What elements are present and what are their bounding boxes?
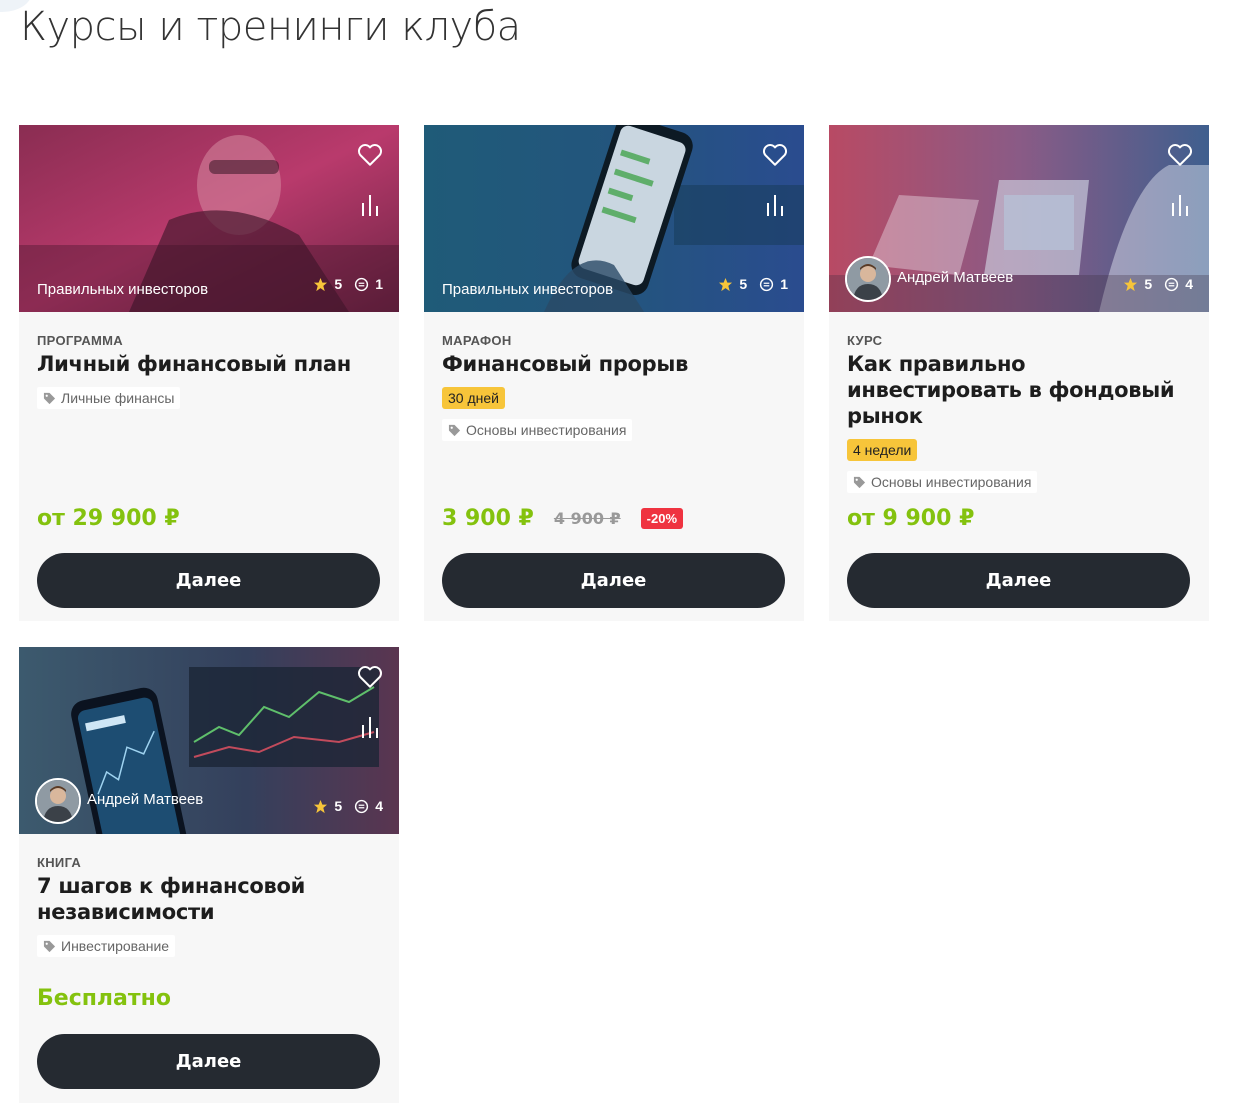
duration-badge: 4 недели: [847, 439, 918, 461]
price-row: 3 900 ₽ 4 900 ₽ -20%: [442, 506, 684, 531]
category-tag[interactable]: Основы инвестирования: [847, 471, 1038, 493]
compare-bars-icon[interactable]: [359, 715, 381, 739]
author-line: Правильных инвесторов: [442, 281, 613, 298]
comments-count: 4: [375, 798, 383, 814]
card-image[interactable]: Правильных инвесторов 5 1: [424, 125, 804, 312]
card-stats: 5 4: [1123, 276, 1193, 292]
favorite-heart-icon[interactable]: [1167, 143, 1193, 167]
author-line: Правильных инвесторов: [37, 281, 208, 298]
card-stats: 5 4: [313, 798, 383, 814]
tag-label: Основы инвестирования: [466, 422, 627, 438]
comment-icon: [760, 277, 774, 291]
card-stats: 5 1: [313, 276, 383, 292]
comments-count: 4: [1185, 276, 1193, 292]
comment-icon: [355, 799, 369, 813]
old-price: 4 900 ₽: [553, 509, 621, 528]
author-name: Андрей Матвеев: [897, 268, 1014, 286]
comments-count: 1: [780, 276, 788, 292]
tag-icon: [43, 392, 56, 404]
tag-icon: [853, 476, 866, 488]
tag-icon: [448, 424, 461, 436]
price-row: Бесплатно: [37, 986, 171, 1011]
comments-count: 1: [375, 276, 383, 292]
price-row: от 29 900 ₽: [37, 506, 180, 531]
tag-icon: [43, 940, 56, 952]
price: от 9 900 ₽: [847, 506, 975, 531]
category-tag[interactable]: Инвестирование: [37, 935, 176, 957]
favorite-heart-icon[interactable]: [357, 665, 383, 689]
avatar: [845, 256, 891, 302]
author-line: Андрей Матвеев: [35, 778, 204, 824]
card-stats: 5 1: [718, 276, 788, 292]
course-card: Андрей Матвеев 5 4 КНИГА 7 шагов к финан…: [19, 647, 399, 1103]
star-icon: [1124, 277, 1138, 291]
details-button[interactable]: Далее: [442, 553, 785, 608]
page-title: Курсы и тренинги клуба: [20, 4, 521, 50]
card-type: КУРС: [847, 333, 883, 348]
course-card: Правильных инвесторов 5 1 МАРАФОН Финанс…: [424, 125, 804, 621]
star-icon: [314, 799, 328, 813]
card-title[interactable]: Финансовый прорыв: [442, 351, 786, 377]
tag-label: Личные финансы: [61, 390, 175, 406]
comment-icon: [355, 277, 369, 291]
favorite-heart-icon[interactable]: [357, 143, 383, 167]
card-image[interactable]: Андрей Матвеев 5 4: [19, 647, 399, 834]
discount-badge: -20%: [640, 508, 684, 529]
details-button[interactable]: Далее: [37, 553, 380, 608]
price: 3 900 ₽: [442, 506, 534, 531]
card-image[interactable]: Андрей Матвеев 5 4: [829, 125, 1209, 312]
rating-value: 5: [739, 276, 748, 292]
course-card: Андрей Матвеев 5 4 КУРС Как правильно ин…: [829, 125, 1209, 621]
course-card: Правильных инвесторов 5 1 ПРОГРАММА Личн…: [19, 125, 399, 621]
details-button[interactable]: Далее: [37, 1034, 380, 1089]
details-button[interactable]: Далее: [847, 553, 1190, 608]
star-icon: [719, 277, 733, 291]
rating-value: 5: [1144, 276, 1153, 292]
author-name: Правильных инвесторов: [442, 281, 614, 298]
category-tag[interactable]: Личные финансы: [37, 387, 181, 409]
card-type: МАРАФОН: [442, 333, 512, 348]
favorite-heart-icon[interactable]: [762, 143, 788, 167]
card-title[interactable]: Как правильно инвестировать в фондовый р…: [847, 351, 1191, 429]
star-icon: [314, 277, 328, 291]
category-tag[interactable]: Основы инвестирования: [442, 419, 633, 441]
price-row: от 9 900 ₽: [847, 506, 974, 531]
avatar: [35, 778, 81, 824]
rating-value: 5: [334, 276, 343, 292]
card-title[interactable]: 7 шагов к финансовой независимости: [37, 873, 381, 925]
card-title[interactable]: Личный финансовый план: [37, 351, 381, 377]
comment-icon: [1165, 277, 1179, 291]
compare-bars-icon[interactable]: [359, 193, 381, 217]
compare-bars-icon[interactable]: [1169, 193, 1191, 217]
tag-label: Инвестирование: [61, 938, 170, 954]
author-line: Андрей Матвеев: [845, 256, 1014, 302]
price: от 29 900 ₽: [37, 506, 180, 531]
tag-label: Основы инвестирования: [871, 474, 1032, 490]
duration-badge: 30 дней: [442, 387, 505, 409]
author-name: Правильных инвесторов: [37, 281, 209, 298]
compare-bars-icon[interactable]: [764, 193, 786, 217]
rating-value: 5: [334, 798, 343, 814]
price: Бесплатно: [37, 986, 171, 1011]
author-name: Андрей Матвеев: [87, 790, 204, 808]
card-type: ПРОГРАММА: [37, 333, 123, 348]
card-type: КНИГА: [37, 855, 82, 870]
card-image[interactable]: Правильных инвесторов 5 1: [19, 125, 399, 312]
